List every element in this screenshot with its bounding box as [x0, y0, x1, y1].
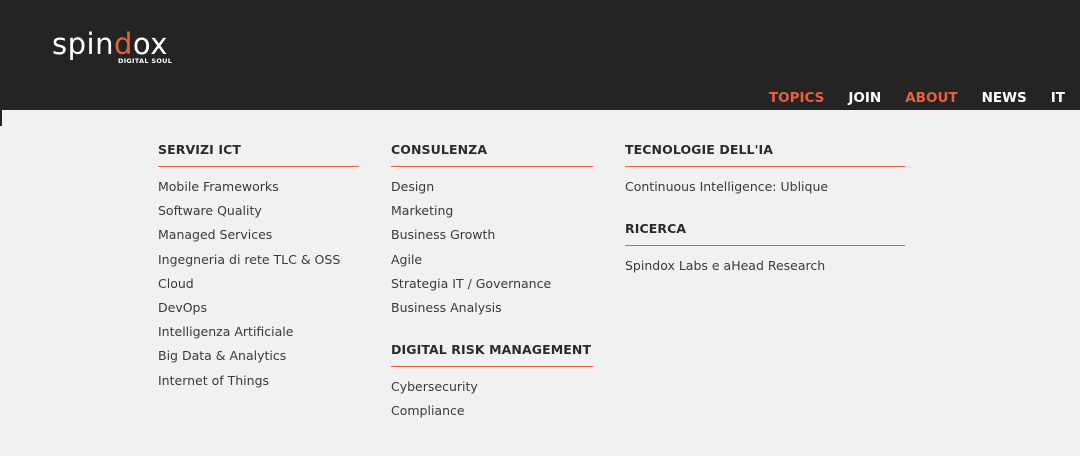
nav-about[interactable]: ABOUT [905, 90, 957, 106]
menu-link[interactable]: Design [391, 179, 593, 203]
logo-tagline: DIGITAL SOUL [118, 57, 173, 65]
menu-column-consulenza: CONSULENZA Design Marketing Business Gro… [391, 142, 593, 428]
menu-column-tecnologie: TECNOLOGIE DELL'IA Continuous Intelligen… [625, 142, 905, 282]
menu-link[interactable]: Marketing [391, 203, 593, 227]
site-header: spindox DIGITAL SOUL TOPICS JOIN ABOUT N… [0, 0, 1080, 110]
section-title-tecnologie-ia: TECNOLOGIE DELL'IA [625, 142, 905, 167]
spindox-logo[interactable]: spindox DIGITAL SOUL [52, 28, 192, 68]
menu-link[interactable]: Cloud [158, 276, 359, 300]
menu-link[interactable]: Compliance [391, 403, 593, 427]
section-title-servizi-ict: SERVIZI ICT [158, 142, 359, 167]
nav-join[interactable]: JOIN [848, 90, 881, 106]
menu-link[interactable]: Business Analysis [391, 300, 593, 324]
menu-link[interactable]: Managed Services [158, 227, 359, 251]
nav-topics[interactable]: TOPICS [769, 90, 824, 106]
main-nav: TOPICS JOIN ABOUT NEWS IT [745, 90, 1065, 106]
menu-link[interactable]: Mobile Frameworks [158, 179, 359, 203]
menu-link[interactable]: Software Quality [158, 203, 359, 227]
servizi-links: Mobile Frameworks Software Quality Manag… [158, 179, 359, 397]
menu-column-servizi: SERVIZI ICT Mobile Frameworks Software Q… [158, 142, 359, 397]
menu-link[interactable]: Internet of Things [158, 373, 359, 397]
tecnologie-links: Continuous Intelligence: Ublique [625, 179, 905, 203]
logo-wordmark: spindox [52, 27, 168, 61]
menu-link[interactable]: Agile [391, 252, 593, 276]
menu-link[interactable]: DevOps [158, 300, 359, 324]
menu-link[interactable]: Strategia IT / Governance [391, 276, 593, 300]
section-title-ricerca: RICERCA [625, 221, 905, 247]
ricerca-links: Spindox Labs e aHead Research [625, 258, 905, 282]
menu-link[interactable]: Big Data & Analytics [158, 348, 359, 372]
risk-links: Cybersecurity Compliance [391, 379, 593, 427]
consulenza-links: Design Marketing Business Growth Agile S… [391, 179, 593, 324]
menu-link[interactable]: Business Growth [391, 227, 593, 251]
section-title-digital-risk: DIGITAL RISK MANAGEMENT [391, 342, 593, 368]
menu-link[interactable]: Ingegneria di rete TLC & OSS [158, 252, 359, 276]
edge-divider [0, 110, 2, 126]
logo-flame-d: d [113, 27, 133, 61]
nav-news[interactable]: NEWS [982, 90, 1027, 106]
nav-language-it[interactable]: IT [1051, 90, 1065, 106]
menu-link[interactable]: Spindox Labs e aHead Research [625, 258, 905, 282]
menu-link[interactable]: Cybersecurity [391, 379, 593, 403]
menu-link[interactable]: Continuous Intelligence: Ublique [625, 179, 905, 203]
section-title-consulenza: CONSULENZA [391, 142, 593, 167]
menu-link[interactable]: Intelligenza Artificiale [158, 324, 359, 348]
